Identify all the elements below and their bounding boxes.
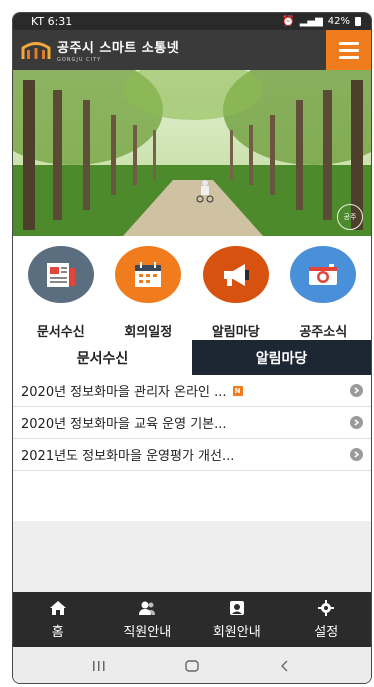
chevron-right-icon [350,416,363,429]
signal-icon: ▂▄▆ [299,16,323,27]
tab-document-receive[interactable]: 문서수신 [13,340,192,375]
alarm-icon: ⏰ [282,16,295,27]
nav-home[interactable]: 홈 [13,592,103,647]
quick-item-gongju-news[interactable]: 공주소식 [281,246,365,340]
nav-member-guide-label: 회원안내 [212,624,261,640]
stamp-text: 공주 [343,213,357,221]
forest-path-illustration [13,70,371,236]
quick-label-gongju-news: 공주소식 [299,325,348,340]
notice-title: 2021년도 정보화마을 운영평가 개선... [21,449,235,464]
app-header: 공주시 스마트 소통넷 GONGJU CITY [13,30,371,70]
document-icon [27,246,94,303]
quick-menu: 문서수신 회의일정 알림마당 공주소식 [13,236,371,340]
battery-icon [355,17,361,26]
nav-staff-guide[interactable]: 직원안내 [103,592,193,647]
chevron-right-icon [350,384,363,397]
gongju-logo-icon [21,42,51,59]
quick-item-meeting-schedule[interactable]: 회의일정 [106,246,190,340]
quick-label-meeting-schedule: 회의일정 [124,325,173,340]
carrier-time: KT 6:31 [31,15,73,28]
new-badge: N [232,385,243,396]
notice-title: 2020년 정보화마을 관리자 온라인 ... [21,385,227,400]
phone-screen: KT 6:31 ⏰ ▂▄▆ 42% 공주시 스마트 소통넷 GONGJU CIT… [12,12,372,684]
battery-text: 42% [327,16,350,27]
megaphone-icon [202,246,269,303]
nav-settings[interactable]: 설정 [282,592,372,647]
nav-staff-guide-label: 직원안내 [123,624,172,640]
app-title: 공주시 스마트 소통넷 [57,41,180,56]
app-logo[interactable]: 공주시 스마트 소통넷 GONGJU CITY [21,37,179,63]
camera-icon [290,246,357,303]
hamburger-menu-button[interactable] [326,30,371,70]
list-item[interactable]: 2021년도 정보화마을 운영평가 개선... [13,439,371,471]
staff-icon [139,601,156,615]
quick-label-notice-board: 알림마당 [211,325,260,340]
list-item[interactable]: 2020년 정보화마을 교육 운영 기본... [13,407,371,439]
chevron-right-icon [350,448,363,461]
hamburger-icon [338,41,359,45]
gongju-stamp-logo: 공주 [337,204,363,230]
system-navigation-bar [13,647,371,683]
recent-apps-icon[interactable] [91,659,107,673]
member-icon [229,600,244,615]
hamburger-icon-line [338,48,359,52]
nav-settings-label: 설정 [314,624,339,640]
bottom-navigation: 홈 직원안내 회원안내 설정 [13,592,371,647]
nav-home-label: 홈 [51,624,64,640]
tab-notice-board[interactable]: 알림마당 [192,340,371,375]
home-icon [49,600,66,615]
quick-item-notice-board[interactable]: 알림마당 [194,246,278,340]
app-subtitle: GONGJU CITY [57,57,102,63]
status-indicators: ⏰ ▂▄▆ 42% [282,16,361,27]
content-tabs: 문서수신 알림마당 [13,340,371,375]
hamburger-icon-line [338,55,359,59]
notice-title: 2020년 정보화마을 교육 운영 기본... [21,417,227,432]
nav-member-guide[interactable]: 회원안내 [192,592,282,647]
settings-icon [318,599,335,616]
hero-banner-image: 공주 [13,70,371,236]
quick-label-document-receive: 문서수신 [36,325,85,340]
notice-list: 2020년 정보화마을 관리자 온라인 ... N 2020년 정보화마을 교육… [13,375,371,521]
quick-item-document-receive[interactable]: 문서수신 [19,246,103,340]
list-item[interactable]: 2020년 정보화마을 관리자 온라인 ... N [13,375,371,407]
back-icon[interactable] [277,659,293,673]
calendar-icon [115,246,182,303]
system-home-icon[interactable] [184,659,200,673]
status-bar: KT 6:31 ⏰ ▂▄▆ 42% [13,13,371,30]
